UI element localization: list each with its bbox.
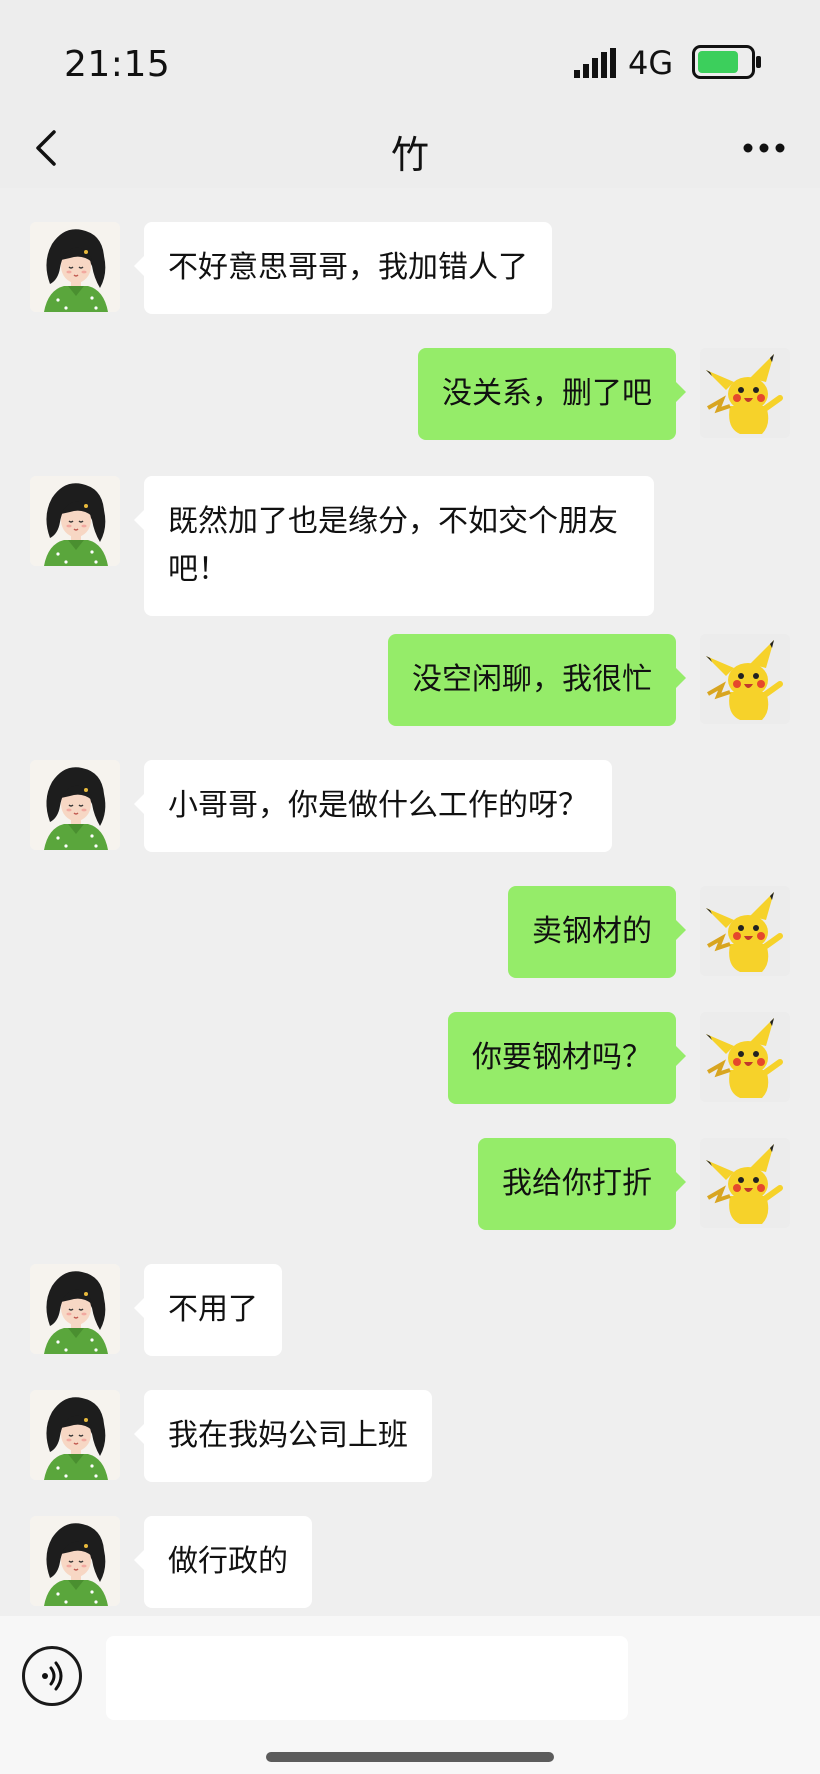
outgoing-message-bubble[interactable]: 没关系，删了吧: [418, 348, 686, 440]
pikachu-avatar[interactable]: [700, 886, 790, 976]
pikachu-avatar[interactable]: [700, 634, 790, 724]
input-bar: [0, 1616, 820, 1774]
network-type: 4G: [628, 44, 674, 82]
girl-avatar[interactable]: [30, 1264, 120, 1354]
signal-strength-icon: [574, 48, 616, 78]
girl-avatar[interactable]: [30, 1390, 120, 1480]
girl-avatar[interactable]: [30, 222, 120, 312]
incoming-message-bubble[interactable]: 既然加了也是缘分，不如交个朋友吧！: [134, 476, 654, 616]
more-options-button[interactable]: [736, 120, 792, 176]
pikachu-avatar[interactable]: [700, 348, 790, 438]
girl-avatar[interactable]: [30, 1516, 120, 1606]
more-dots-icon: [743, 143, 785, 153]
pikachu-avatar[interactable]: [700, 1012, 790, 1102]
message-list[interactable]: 不好意思哥哥，我加错人了没关系，删了吧既然加了也是缘分，不如交个朋友吧！ 没空闲聊…: [0, 188, 820, 1616]
message-input[interactable]: [106, 1636, 628, 1720]
status-time: 21:15: [64, 44, 171, 85]
incoming-message-bubble[interactable]: 小哥哥，你是做什么工作的呀？: [134, 760, 612, 852]
home-indicator[interactable]: [266, 1752, 554, 1762]
voice-icon: [42, 1661, 63, 1691]
incoming-message-bubble[interactable]: 不用了: [134, 1264, 282, 1356]
pikachu-avatar[interactable]: [700, 1138, 790, 1228]
chat-title: 竹: [390, 133, 429, 177]
outgoing-message-bubble[interactable]: 卖钢材的: [508, 886, 686, 978]
chat-header: 竹: [0, 108, 820, 188]
girl-avatar[interactable]: [30, 476, 120, 566]
girl-avatar[interactable]: [30, 760, 120, 850]
outgoing-message-bubble[interactable]: 你要钢材吗？: [448, 1012, 686, 1104]
outgoing-message-bubble[interactable]: 我给你打折: [478, 1138, 686, 1230]
incoming-message-bubble[interactable]: 不好意思哥哥，我加错人了: [134, 222, 552, 314]
incoming-message-bubble[interactable]: 做行政的: [134, 1516, 312, 1608]
status-bar: 21:15 4G: [0, 0, 820, 120]
incoming-message-bubble[interactable]: 我在我妈公司上班: [134, 1390, 432, 1482]
outgoing-message-bubble[interactable]: 没空闲聊，我很忙: [388, 634, 686, 726]
battery-icon: [692, 45, 761, 79]
voice-button[interactable]: [22, 1646, 82, 1706]
